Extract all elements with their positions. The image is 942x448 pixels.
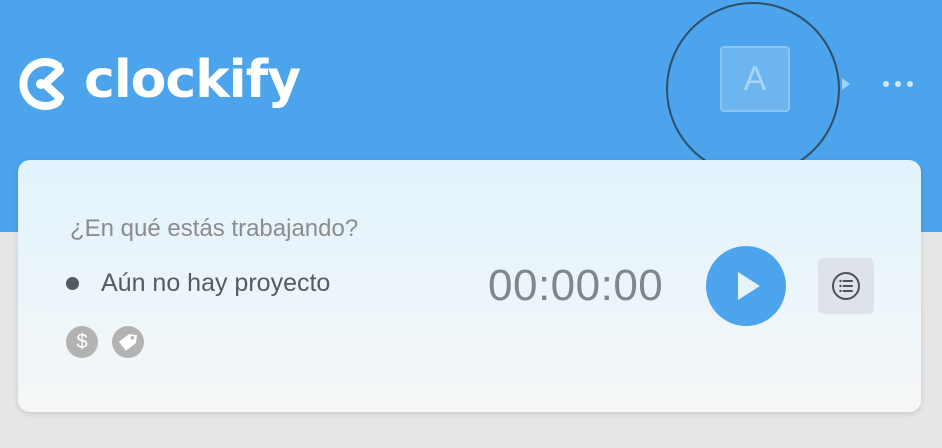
billable-toggle-button[interactable]: $ — [66, 326, 98, 358]
clockify-logo-icon — [19, 58, 64, 110]
avatar-initial: A — [743, 59, 767, 98]
manual-mode-button[interactable] — [818, 258, 874, 314]
timer-display: 00:00:00 — [488, 261, 664, 310]
more-dots-icon — [895, 81, 901, 87]
task-description-input[interactable] — [70, 212, 470, 246]
dollar-icon: $ — [76, 331, 88, 353]
clockify-logo: clockify — [16, 50, 301, 116]
more-dots-icon — [907, 81, 913, 87]
tag-icon — [118, 334, 138, 351]
logo-text: clockify — [84, 50, 301, 110]
more-options-button[interactable] — [874, 70, 922, 98]
tag-picker-button[interactable] — [112, 326, 144, 358]
project-label: Aún no hay proyecto — [101, 268, 331, 297]
list-icon — [832, 272, 860, 300]
start-timer-button[interactable] — [706, 246, 786, 326]
more-dots-icon — [883, 81, 889, 87]
play-icon — [738, 272, 760, 300]
caret-right-icon — [842, 78, 850, 90]
user-avatar-button[interactable]: A — [720, 46, 790, 112]
project-picker[interactable]: Aún no hay proyecto — [66, 266, 330, 300]
project-color-dot — [66, 276, 79, 290]
